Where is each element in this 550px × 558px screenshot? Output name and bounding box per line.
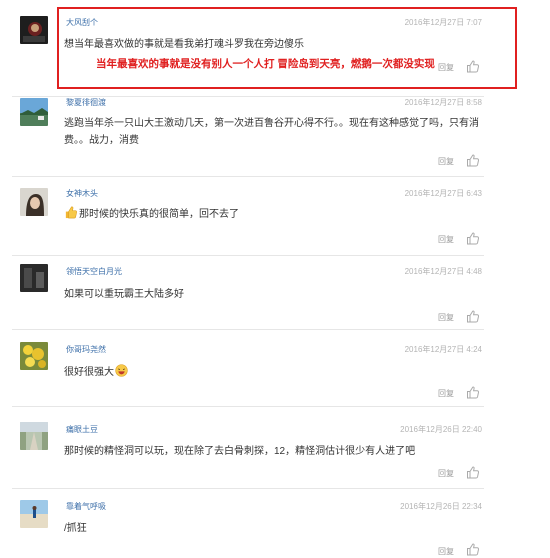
user-avatar[interactable]: [20, 264, 48, 292]
yellow-flowers-avatar-icon: [20, 342, 48, 370]
comment-username[interactable]: 领悟天空白月光: [66, 266, 122, 277]
comment-username[interactable]: 靠着气呼吸: [66, 501, 106, 512]
landscape-avatar-icon: [20, 98, 48, 126]
comment-timestamp: 2016年12月27日 4:48: [404, 267, 482, 276]
comment-username[interactable]: 黎夏徘徊渡: [66, 97, 106, 108]
comment-timestamp: 2016年12月27日 6:43: [404, 189, 482, 198]
divider: [12, 406, 484, 407]
portrait-avatar-icon: [20, 188, 48, 216]
comment-text: /抓狂: [64, 523, 87, 534]
comment-text-row: 那时候的快乐真的很简单，回不去了: [64, 206, 484, 223]
beach-avatar-icon: [20, 500, 48, 528]
comment-item: 领悟天空白月光 2016年12月27日 4:48 如果可以重玩霸王大陆多好 回复: [0, 258, 550, 338]
comment-timestamp: 2016年12月26日 22:34: [400, 502, 482, 511]
comment-timestamp: 2016年12月27日 8:58: [404, 98, 482, 107]
user-avatar[interactable]: [20, 188, 48, 216]
highlight-box: [57, 7, 517, 89]
dark-figure-avatar-icon: [20, 16, 48, 44]
path-avatar-icon: [20, 422, 48, 450]
comment-item: 你哥玛尧然 2016年12月27日 4:24 很好很强大 回复: [0, 338, 550, 416]
like-icon[interactable]: [466, 232, 480, 245]
user-avatar[interactable]: [20, 422, 48, 450]
comment-text: 那时候的精怪洞可以玩，现在除了去白骨刺探，12，精怪洞估计很少有人进了吧: [64, 446, 416, 457]
divider: [12, 176, 484, 177]
comment-timestamp: 2016年12月27日 4:24: [404, 345, 482, 354]
like-icon[interactable]: [466, 386, 480, 399]
comment-text: 很好很强大: [64, 367, 114, 378]
comment-item: 女神木头 2016年12月27日 6:43 那时候的快乐真的很简单，回不去了 回…: [0, 178, 550, 258]
comment-text: 那时候的快乐真的很简单，回不去了: [79, 209, 239, 220]
like-icon[interactable]: [466, 466, 480, 479]
comment-text: 逃跑当年杀一只山大王激动几天，第一次进百鲁谷开心得不行。。现在有这种感觉了吗，只…: [64, 118, 479, 146]
comment-text: 如果可以重玩霸王大陆多好: [64, 289, 184, 300]
annotation-text: 当年最喜欢的事就是没有别人一个人打 冒险岛到天亮，燃鹅一次都没实现: [96, 58, 435, 70]
comment-username[interactable]: 痛眼土豆: [66, 424, 98, 435]
reply-button[interactable]: 回复: [438, 234, 454, 245]
divider: [12, 255, 484, 256]
like-icon[interactable]: [466, 154, 480, 167]
reply-button[interactable]: 回复: [438, 468, 454, 479]
user-avatar[interactable]: [20, 500, 48, 528]
reply-button[interactable]: 回复: [438, 312, 454, 323]
laughing-emoji-icon: [115, 364, 128, 377]
reply-button[interactable]: 回复: [438, 546, 454, 557]
user-avatar[interactable]: [20, 342, 48, 370]
comment-username[interactable]: 女神木头: [66, 188, 98, 199]
comment-text-row: 很好很强大: [64, 364, 484, 381]
divider: [12, 488, 484, 489]
dark-room-avatar-icon: [20, 264, 48, 292]
comment-username[interactable]: 你哥玛尧然: [66, 344, 106, 355]
reply-button[interactable]: 回复: [438, 388, 454, 399]
like-icon[interactable]: [466, 543, 480, 556]
comment-item: 靠着气呼吸 2016年12月26日 22:34 /抓狂 回复: [0, 496, 550, 558]
user-avatar[interactable]: [20, 16, 48, 44]
reply-button[interactable]: 回复: [438, 156, 454, 167]
thumbs-up-emoji-icon: [65, 206, 77, 219]
comment-timestamp: 2016年12月26日 22:40: [400, 425, 482, 434]
comment-item: 黎夏徘徊渡 2016年12月27日 8:58 逃跑当年杀一只山大王激动几天，第一…: [0, 98, 550, 178]
divider: [12, 329, 484, 330]
comment-item: 痛眼土豆 2016年12月26日 22:40 那时候的精怪洞可以玩，现在除了去白…: [0, 416, 550, 496]
user-avatar[interactable]: [20, 98, 48, 126]
like-icon[interactable]: [466, 310, 480, 323]
